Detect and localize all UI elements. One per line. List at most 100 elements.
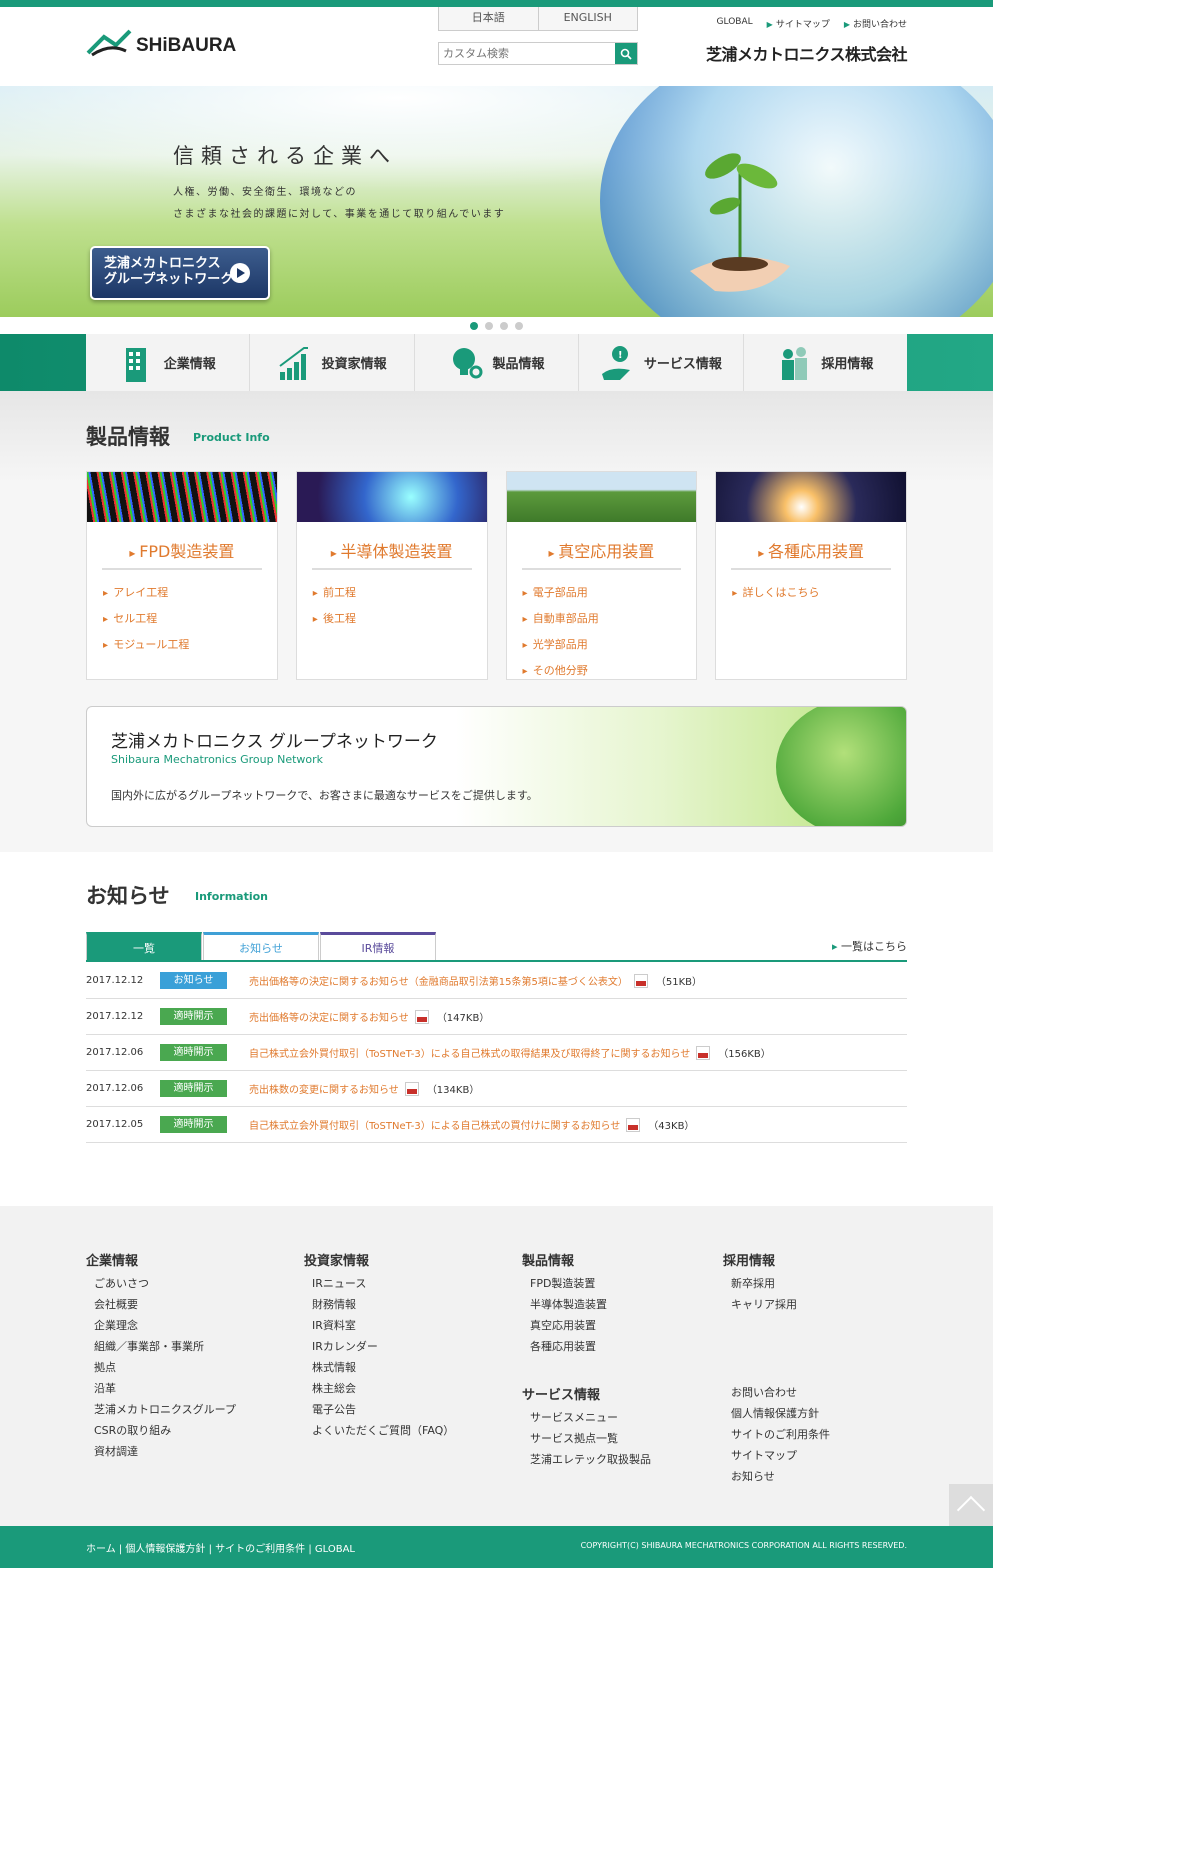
- slider-dot-2[interactable]: [485, 321, 493, 330]
- product-link[interactable]: 前工程: [313, 580, 487, 606]
- footer-link[interactable]: FPD製造装置: [522, 1273, 607, 1294]
- news-link[interactable]: 自己株式立会外買付取引（ToSTNeT-3）による自己株式の取得結果及び取得終了…: [249, 1045, 690, 1060]
- product-card-title[interactable]: 真空応用装置: [521, 538, 682, 570]
- footer-link[interactable]: 個人情報保護方針: [723, 1403, 830, 1424]
- footer-link[interactable]: CSRの取り組み: [86, 1420, 236, 1441]
- arrow-icon: ▶: [766, 20, 773, 29]
- footer-link[interactable]: 沿革: [86, 1378, 236, 1399]
- footer-link[interactable]: 新卒採用: [723, 1273, 797, 1294]
- product-link[interactable]: 後工程: [313, 606, 487, 632]
- footer-link[interactable]: 各種応用装置: [522, 1336, 607, 1357]
- product-card-semiconductor[interactable]: 半導体製造装置 前工程 後工程: [295, 471, 488, 680]
- site-header: SHiBAURA 日本語 ENGLISH GLOBAL ▶サイトマップ ▶お問い…: [0, 7, 993, 86]
- news-link[interactable]: 自己株式立会外買付取引（ToSTNeT-3）による自己株式の買付けに関するお知ら…: [249, 1117, 620, 1132]
- bottom-links[interactable]: ホーム | 個人情報保護方針 | サイトのご利用条件 | GLOBAL: [86, 1540, 355, 1555]
- product-link[interactable]: セル工程: [103, 606, 277, 632]
- product-link[interactable]: 自動車部品用: [523, 606, 697, 632]
- slider-dot-4[interactable]: [515, 321, 523, 330]
- footer-link[interactable]: お知らせ: [723, 1466, 830, 1487]
- product-link[interactable]: モジュール工程: [103, 632, 277, 658]
- footer-link[interactable]: ごあいさつ: [86, 1273, 236, 1294]
- tab-all[interactable]: 一覧: [86, 932, 202, 960]
- product-link[interactable]: 詳しくはこちら: [732, 580, 906, 606]
- footer-link[interactable]: 拠点: [86, 1357, 236, 1378]
- news-link[interactable]: 売出価格等の決定に関するお知らせ（金融商品取引法第15条第5項に基づく公表文）: [249, 973, 628, 988]
- back-to-top-button[interactable]: [949, 1484, 993, 1526]
- footer-link[interactable]: 芝浦エレテック取扱製品: [522, 1449, 651, 1470]
- group-network-button[interactable]: 芝浦メカトロニクス グループネットワーク: [90, 246, 270, 300]
- search-input[interactable]: [439, 43, 615, 64]
- footer-link[interactable]: 組織／事業部・事業所: [86, 1336, 236, 1357]
- news-date: 2017.12.12: [86, 975, 144, 986]
- footer-link[interactable]: よくいただくご質問（FAQ）: [304, 1420, 454, 1441]
- toplink-sitemap[interactable]: ▶ サイトマップ: [767, 17, 830, 30]
- bottom-bar: ホーム | 個人情報保護方針 | サイトのご利用条件 | GLOBAL COPY…: [0, 1526, 993, 1568]
- nav-services[interactable]: ! サービス情報: [579, 334, 744, 391]
- footer-link[interactable]: IR資料室: [304, 1315, 454, 1336]
- footer-link[interactable]: 電子公告: [304, 1399, 454, 1420]
- lang-japanese[interactable]: 日本語: [439, 7, 539, 30]
- fpd-image: [87, 472, 277, 522]
- footer-heading[interactable]: 企業情報: [86, 1250, 236, 1269]
- lang-english[interactable]: ENGLISH: [538, 7, 637, 30]
- product-link[interactable]: 光学部品用: [523, 632, 697, 658]
- toplink-contact[interactable]: ▶ お問い合わせ: [844, 17, 907, 30]
- footer-link[interactable]: キャリア採用: [723, 1294, 797, 1315]
- footer-link[interactable]: IRカレンダー: [304, 1336, 454, 1357]
- nav-recruit[interactable]: 採用情報: [744, 334, 907, 391]
- news-badge: 適時開示: [160, 1044, 227, 1061]
- nav-corporate[interactable]: 企業情報: [86, 334, 251, 391]
- footer-link[interactable]: 株式情報: [304, 1357, 454, 1378]
- slider-dot-1[interactable]: [470, 321, 478, 330]
- product-card-various[interactable]: 各種応用装置 詳しくはこちら: [715, 471, 907, 680]
- news-link[interactable]: 売出株数の変更に関するお知らせ: [249, 1081, 399, 1096]
- footer-link[interactable]: 芝浦メカトロニクスグループ: [86, 1399, 236, 1420]
- pdf-icon: [633, 973, 648, 988]
- product-link[interactable]: その他分野: [523, 658, 697, 684]
- news-date: 2017.12.05: [86, 1119, 144, 1130]
- footer-link[interactable]: 企業理念: [86, 1315, 236, 1336]
- footer-link[interactable]: 資材調達: [86, 1441, 236, 1462]
- footer-link[interactable]: サイトマップ: [723, 1445, 830, 1466]
- footer-link[interactable]: IRニュース: [304, 1273, 454, 1294]
- nav-products[interactable]: 製品情報: [415, 334, 580, 391]
- footer-link[interactable]: サイトのご利用条件: [723, 1424, 830, 1445]
- footer-link[interactable]: 株主総会: [304, 1378, 454, 1399]
- news-link[interactable]: 売出価格等の決定に関するお知らせ: [249, 1009, 409, 1024]
- footer-link[interactable]: 真空応用装置: [522, 1315, 607, 1336]
- footer-heading[interactable]: 製品情報: [522, 1250, 607, 1269]
- product-card-fpd[interactable]: FPD製造装置 アレイ工程 セル工程 モジュール工程: [86, 471, 278, 680]
- toplink-global[interactable]: GLOBAL: [717, 17, 753, 30]
- product-link[interactable]: 電子部品用: [523, 580, 697, 606]
- nav-investors[interactable]: 投資家情報: [250, 334, 415, 391]
- product-card-title[interactable]: 半導体製造装置: [311, 538, 472, 570]
- footer-link[interactable]: 会社概要: [86, 1294, 236, 1315]
- tab-ir[interactable]: IR情報: [320, 932, 436, 960]
- footer-heading[interactable]: サービス情報: [522, 1384, 651, 1403]
- footer-link[interactable]: 半導体製造装置: [522, 1294, 607, 1315]
- plant-in-hand-image: [690, 153, 790, 292]
- hero-globe-image: [600, 86, 993, 317]
- search-button[interactable]: [615, 43, 637, 64]
- svg-text:!: !: [618, 350, 623, 361]
- slider-dot-3[interactable]: [500, 321, 508, 330]
- product-card-title[interactable]: FPD製造装置: [102, 538, 262, 570]
- product-link[interactable]: アレイ工程: [103, 580, 277, 606]
- product-card-vacuum[interactable]: 真空応用装置 電子部品用 自動車部品用 光学部品用 その他分野: [505, 471, 698, 680]
- arrow-icon: ▶: [843, 20, 850, 29]
- product-cards: FPD製造装置 アレイ工程 セル工程 モジュール工程 半導体製造装置 前工程 後…: [86, 471, 907, 680]
- company-logo[interactable]: SHiBAURA: [86, 25, 246, 61]
- footer-heading[interactable]: 採用情報: [723, 1250, 797, 1269]
- view-all-link[interactable]: 一覧はこちら: [832, 938, 907, 954]
- pdf-icon: [626, 1117, 641, 1132]
- footer-link[interactable]: 財務情報: [304, 1294, 454, 1315]
- footer-link[interactable]: サービス拠点一覧: [522, 1428, 651, 1449]
- pdf-icon: [414, 1009, 429, 1024]
- footer-heading[interactable]: 投資家情報: [304, 1250, 454, 1269]
- network-description: 国内外に広がるグループネットワークで、お客さまに最適なサービスをご提供します。: [111, 789, 538, 802]
- product-card-title[interactable]: 各種応用装置: [731, 538, 891, 570]
- footer-link[interactable]: サービスメニュー: [522, 1407, 651, 1428]
- tab-news[interactable]: お知らせ: [203, 932, 319, 960]
- footer-link[interactable]: お問い合わせ: [723, 1382, 830, 1403]
- group-network-banner[interactable]: 芝浦メカトロニクス グループネットワーク Shibaura Mechatroni…: [86, 706, 907, 827]
